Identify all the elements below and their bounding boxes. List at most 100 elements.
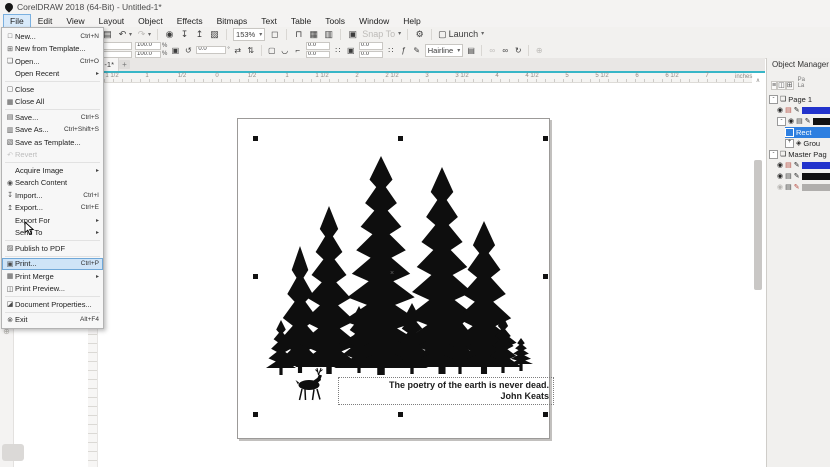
revert-menu-item[interactable]: ↶Revert — [2, 149, 103, 162]
pine-forest-artwork[interactable] — [255, 138, 545, 415]
new-tab-button[interactable]: + — [119, 60, 130, 69]
redo-icon[interactable]: ↷ — [136, 29, 147, 40]
menu-tools[interactable]: Tools — [318, 14, 352, 28]
print-preview-menu-item[interactable]: ◫Print Preview... — [2, 283, 103, 296]
acquire-image-menu-item[interactable]: Acquire Image▸ — [2, 164, 103, 177]
rotate-icon[interactable]: ↺ — [183, 46, 193, 55]
open-recent-menu-item[interactable]: Open Recent▸ — [2, 68, 103, 81]
print-menu-item[interactable]: ▣Print...Ctrl+P — [2, 258, 103, 271]
open-menu-item[interactable]: ❏Open...Ctrl+O — [2, 55, 103, 68]
horizontal-scrollbar-thumb[interactable] — [2, 444, 24, 461]
selection-handle[interactable] — [398, 136, 403, 141]
chain-link-icon[interactable]: ∞ — [487, 46, 497, 55]
expander-icon[interactable]: + — [785, 139, 794, 148]
fillet-scallop-chamfer-icon[interactable]: ƒ — [399, 46, 409, 55]
object-scale-field-1[interactable]: 100.0 — [135, 42, 161, 50]
corner-round-icon[interactable]: ▢ — [267, 46, 277, 55]
relative-corner-scaling-icon[interactable]: ∷ — [386, 46, 396, 55]
exit-menu-item[interactable]: ⊗ExitAlt+F4 — [2, 314, 103, 327]
save-as-menu-item[interactable]: ▥Save As...Ctrl+Shift+S — [2, 124, 103, 137]
om-new-layer-button[interactable]: ⊞ — [786, 81, 794, 90]
object-scale-field-2[interactable]: 100.0 — [135, 51, 161, 59]
new-menu-item[interactable]: □New...Ctrl+N — [2, 30, 103, 43]
mirror-vertical-icon[interactable]: ⇅ — [246, 46, 256, 55]
save-menu-item[interactable]: ▤Save...Ctrl+S — [2, 111, 103, 124]
chain-unlink-icon[interactable]: ∞ — [500, 46, 510, 55]
expander-icon[interactable]: - — [769, 95, 778, 104]
show-guidelines-icon[interactable]: ▥ — [323, 29, 334, 40]
menu-object[interactable]: Object — [131, 14, 170, 28]
printer-icon[interactable]: ▤ — [785, 162, 792, 169]
menu-window[interactable]: Window — [352, 14, 396, 28]
options-icon[interactable]: ⚙ — [414, 29, 425, 40]
corner-radius-left-field-2[interactable]: 0.0 " — [306, 51, 330, 59]
selection-handle[interactable] — [398, 412, 403, 417]
menu-edit[interactable]: Edit — [31, 14, 60, 28]
wrap-paragraph-text-icon[interactable]: ▤ — [466, 46, 476, 55]
show-grid-icon[interactable]: ▦ — [308, 29, 319, 40]
edit-corners-together-icon[interactable]: ∷ — [333, 46, 343, 55]
pencil-icon[interactable]: ✎ — [794, 162, 800, 169]
expander-icon[interactable]: - — [777, 117, 786, 126]
menu-table[interactable]: Table — [284, 14, 318, 28]
vertical-scrollbar-thumb[interactable] — [754, 160, 762, 290]
snap-off-icon[interactable]: ▣ — [347, 29, 358, 40]
menu-text[interactable]: Text — [254, 14, 284, 28]
group-object-row[interactable]: +◈Grou — [785, 138, 830, 149]
corner-scalloped-icon[interactable]: ◡ — [280, 46, 290, 55]
paragraph-text-frame[interactable]: The poetry of the earth is never dead. J… — [338, 377, 554, 405]
document-properties-menu-item[interactable]: ◪Document Properties... — [2, 298, 103, 311]
master-page-row[interactable]: -❏Master Pag — [769, 149, 830, 160]
add-preset-icon[interactable]: ⊕ — [534, 46, 544, 55]
publish-to-pdf-icon[interactable]: ▨ — [209, 29, 220, 40]
send-to-menu-item[interactable]: Send To▸ — [2, 227, 103, 240]
close-all-menu-item[interactable]: ▦Close All — [2, 96, 103, 109]
rotation-angle-field-1[interactable]: 0.0 — [196, 46, 226, 54]
import-icon[interactable]: ↧ — [179, 29, 190, 40]
corner-radius-right-field-1[interactable]: 0.0 " — [359, 42, 383, 50]
corner-radius-right-field-2[interactable]: 0.0 " — [359, 51, 383, 59]
export-icon[interactable]: ↥ — [194, 29, 205, 40]
show-rulers-icon[interactable]: ⊓ — [293, 29, 304, 40]
lock-ratio-icon[interactable]: ▣ — [170, 46, 180, 55]
undo-icon[interactable]: ↶ — [117, 29, 128, 40]
menu-file[interactable]: File — [3, 14, 31, 28]
rectangle-object-row[interactable]: Rect — [785, 127, 830, 138]
selection-handle[interactable] — [253, 274, 258, 279]
selection-handle[interactable] — [543, 274, 548, 279]
menu-bitmaps[interactable]: Bitmaps — [210, 14, 255, 28]
eye-icon[interactable]: ◉ — [777, 107, 783, 114]
pencil-icon[interactable]: ✎ — [794, 173, 800, 180]
selection-handle[interactable] — [253, 136, 258, 141]
zoom-level-combo[interactable]: 153%▾ — [233, 28, 265, 41]
export-menu-item[interactable]: ↥Export...Ctrl+E — [2, 202, 103, 215]
export-for-menu-item[interactable]: Export For▸ — [2, 214, 103, 227]
search-content-icon[interactable]: ◉ — [164, 29, 175, 40]
printer-icon[interactable]: ▤ — [785, 173, 792, 180]
menu-view[interactable]: View — [59, 14, 91, 28]
menu-help[interactable]: Help — [396, 14, 427, 28]
convert-outline-icon[interactable]: ↻ — [513, 46, 523, 55]
eye-icon[interactable]: ◉ — [777, 173, 783, 180]
eye-icon[interactable]: ◉ — [777, 162, 783, 169]
lock-corners-icon[interactable]: ▣ — [346, 46, 356, 55]
desktop-layer-row[interactable]: ◉▤✎ — [777, 171, 830, 182]
selection-handle[interactable] — [543, 412, 548, 417]
close-menu-item[interactable]: ▢Close — [2, 83, 103, 96]
selection-handle[interactable] — [253, 412, 258, 417]
expander-icon[interactable]: - — [769, 150, 778, 159]
selection-handle[interactable] — [543, 136, 548, 141]
page-1-row[interactable]: -❏Page 1 — [769, 94, 830, 105]
pencil-icon[interactable]: ✎ — [794, 107, 800, 114]
eye-icon[interactable]: ◉ — [777, 184, 783, 191]
menu-effects[interactable]: Effects — [170, 14, 210, 28]
import-menu-item[interactable]: ↧Import...Ctrl+I — [2, 189, 103, 202]
layer-1-row[interactable]: -◉▤✎ — [777, 116, 830, 127]
print-merge-menu-item[interactable]: ▦Print Merge▸ — [2, 270, 103, 283]
save-as-template-menu-item[interactable]: ▧Save as Template... — [2, 136, 103, 149]
pencil-icon[interactable]: ✎ — [805, 118, 811, 125]
full-screen-preview-icon[interactable]: ◻ — [269, 29, 280, 40]
pencil-icon[interactable]: ✎ — [794, 184, 800, 191]
printer-icon[interactable]: ▤ — [785, 184, 792, 191]
printer-icon[interactable]: ▤ — [796, 118, 803, 125]
